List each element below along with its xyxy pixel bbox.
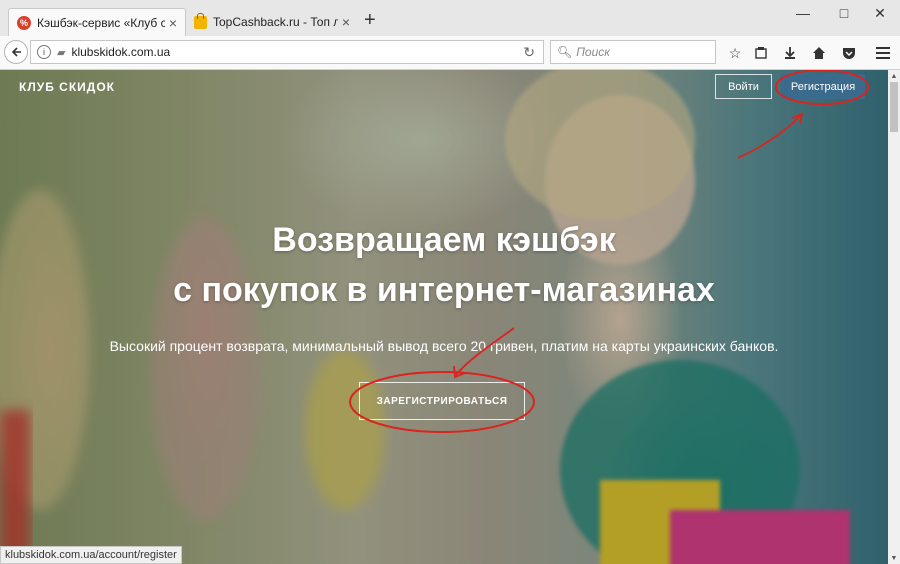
hero-overlay	[0, 70, 888, 564]
site-info-icon[interactable]: i	[37, 45, 51, 59]
back-arrow-icon	[11, 47, 21, 57]
maximize-button[interactable]: □	[824, 0, 864, 26]
scroll-up-icon[interactable]: ▲	[888, 70, 900, 82]
downloads-icon[interactable]	[781, 44, 799, 62]
web-page-hero: КЛУБ СКИДОК Войти Регистрация Возвращаем…	[0, 70, 888, 564]
tab-strip: % Кэшбэк-сервис «Клуб скидок» × TopCashb…	[0, 0, 900, 36]
reload-icon[interactable]: ↻	[523, 44, 535, 61]
tab-topcashback[interactable]: TopCashback.ru - Топ лучших ×	[186, 8, 358, 36]
pocket-icon[interactable]	[840, 44, 858, 62]
minimize-button[interactable]: —	[783, 0, 823, 26]
scroll-thumb[interactable]	[890, 82, 898, 132]
home-icon[interactable]	[810, 44, 828, 62]
scroll-down-icon[interactable]: ▼	[888, 552, 900, 564]
back-button[interactable]	[4, 40, 28, 64]
bookmarks-library-icon[interactable]	[752, 44, 770, 62]
hero-subtitle: Высокий процент возврата, минимальный вы…	[109, 338, 779, 354]
topcashback-favicon-icon	[194, 12, 207, 29]
close-tab-icon[interactable]: ×	[342, 14, 350, 30]
hero-title-line1: Возвращаем кэшбэк	[272, 221, 616, 259]
register-button[interactable]: Регистрация	[781, 74, 865, 99]
hero-title: Возвращаем кэшбэк с покупок в интернет-м…	[0, 215, 888, 315]
menu-hamburger-icon[interactable]	[874, 44, 892, 62]
tab-klubskidok[interactable]: % Кэшбэк-сервис «Клуб скидок» ×	[8, 8, 186, 36]
close-window-button[interactable]: ✕	[860, 0, 900, 26]
tab-label: Кэшбэк-сервис «Клуб скидок»	[37, 15, 165, 30]
search-placeholder: Поиск	[576, 45, 610, 59]
url-text: klubskidok.com.ua	[71, 45, 171, 59]
page-scrollbar[interactable]: ▲ ▼	[888, 70, 900, 564]
page-actions-icon[interactable]: ▰	[57, 46, 65, 59]
login-button[interactable]: Войти	[715, 74, 772, 99]
tab-label: TopCashback.ru - Топ лучших	[213, 15, 338, 29]
hero-title-line2: с покупок в интернет-магазинах	[173, 271, 715, 309]
signup-cta-button[interactable]: ЗАРЕГИСТРИРОВАТЬСЯ	[359, 382, 525, 420]
navigation-bar: i ▰ klubskidok.com.ua ↻ 🔍︎ Поиск ☆	[0, 36, 900, 70]
close-tab-icon[interactable]: ×	[169, 15, 177, 31]
bookmark-star-icon[interactable]: ☆	[726, 44, 744, 62]
search-icon: 🔍︎	[557, 45, 573, 59]
new-tab-button[interactable]: +	[364, 10, 376, 30]
search-input[interactable]: 🔍︎ Поиск	[550, 40, 716, 64]
address-bar[interactable]: i ▰ klubskidok.com.ua ↻	[30, 40, 544, 64]
site-logo[interactable]: КЛУБ СКИДОК	[19, 80, 115, 94]
status-bar-link-preview: klubskidok.com.ua/account/register	[0, 546, 182, 564]
club-favicon-icon: %	[17, 15, 31, 30]
